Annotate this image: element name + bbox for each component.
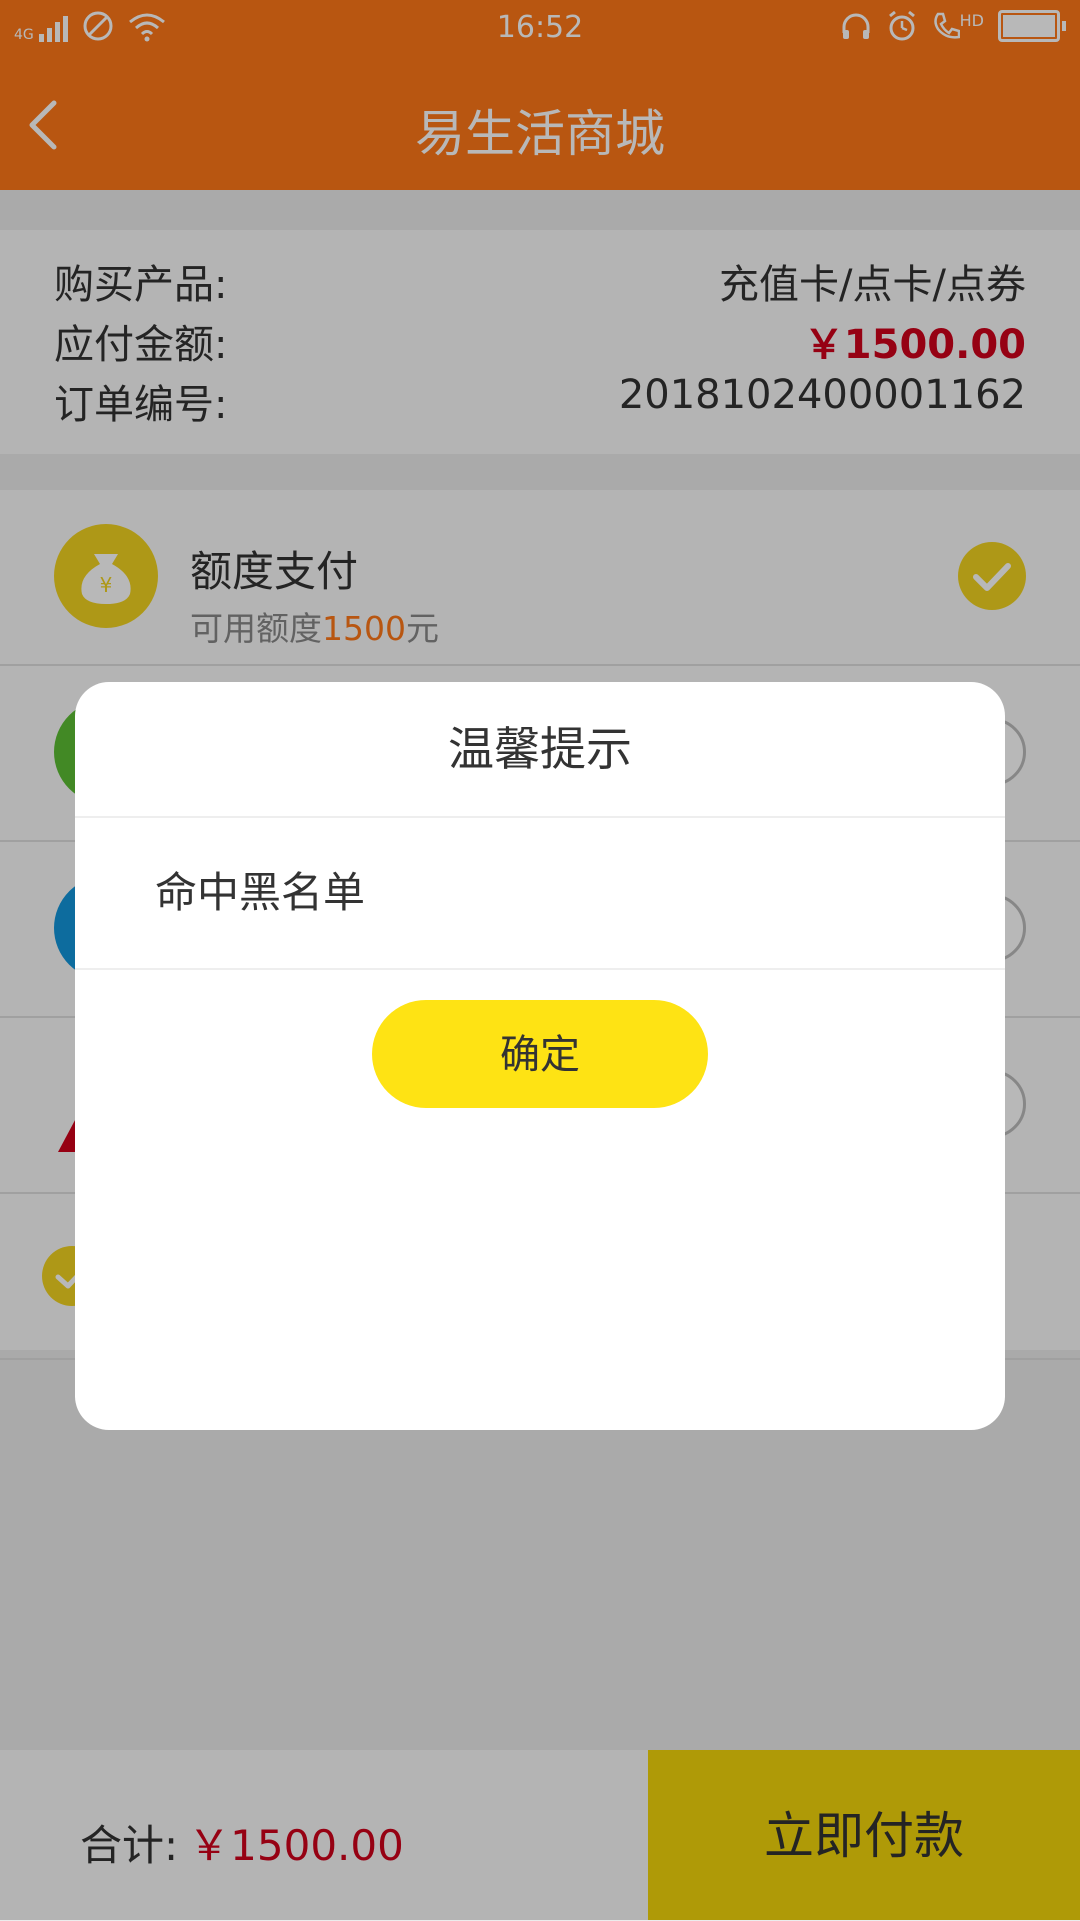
dialog-divider <box>75 968 1005 970</box>
alert-dialog: 温馨提示 命中黑名单 确定 <box>75 682 1005 1430</box>
dialog-title: 温馨提示 <box>75 682 1005 818</box>
dialog-message: 命中黑名单 <box>155 868 366 917</box>
confirm-button[interactable]: 确定 <box>372 1000 708 1108</box>
